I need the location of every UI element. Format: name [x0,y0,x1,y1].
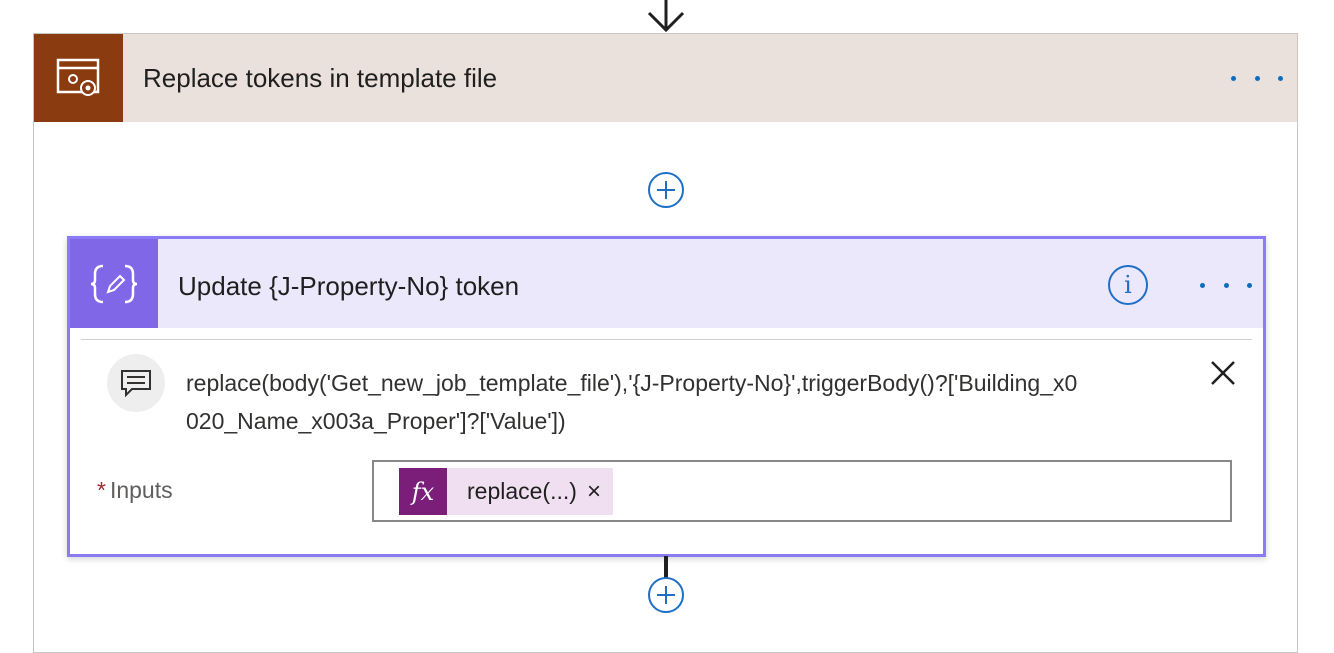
action-comment[interactable]: replace(body('Get_new_job_template_file'… [186,364,1086,440]
info-icon[interactable]: i [1108,265,1148,305]
action-card: Update {J-Property-No} token i replace(b… [67,236,1266,557]
inputs-field[interactable]: fx replace(...) × [372,460,1232,522]
token-label: replace(...) [467,478,577,504]
remove-token-icon[interactable]: × [587,478,613,506]
variable-edit-icon [70,239,158,328]
divider [81,339,1252,340]
fx-icon: fx [399,468,447,515]
settings-window-icon [34,34,123,122]
comment-icon[interactable] [107,354,165,412]
add-step-button[interactable] [648,172,684,208]
scope-title: Replace tokens in template file [143,63,498,93]
action-title: Update {J-Property-No} token [178,271,520,301]
expression-token[interactable]: fx replace(...) × [399,468,613,515]
scope-header[interactable]: Replace tokens in template file [34,34,1297,122]
close-icon[interactable] [1207,357,1239,389]
inputs-label-text: Inputs [109,477,173,503]
arrow-down-icon [647,0,685,33]
inputs-label: * Inputs [97,477,173,504]
action-more-options-icon[interactable] [1200,275,1252,295]
required-marker: * [97,477,106,503]
scope-more-options-icon[interactable] [1231,68,1283,88]
action-header[interactable]: Update {J-Property-No} token i [70,239,1263,328]
connector-line [664,556,668,578]
